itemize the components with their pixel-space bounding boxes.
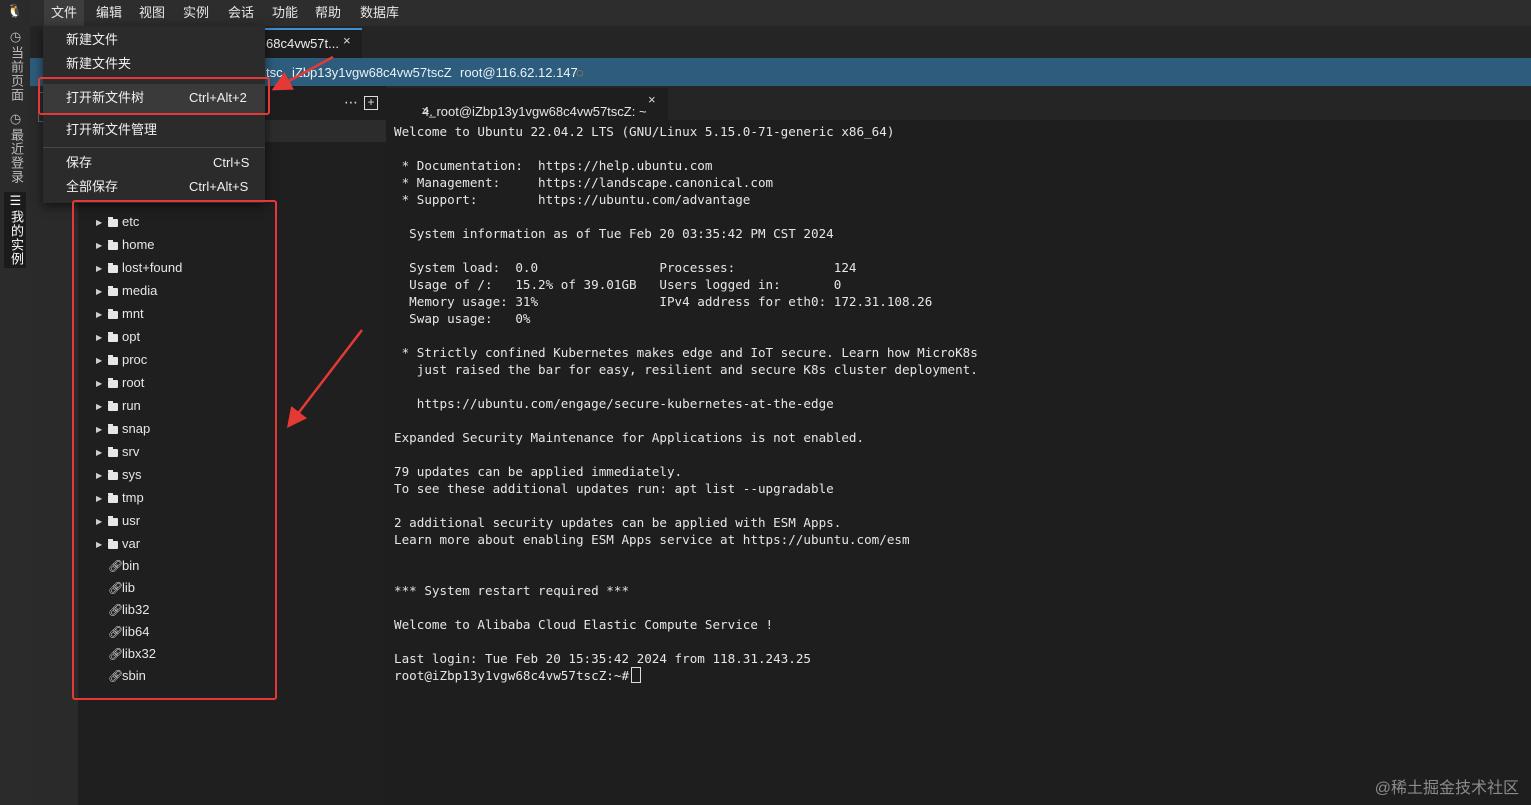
arrow-to-menu-item <box>271 55 334 91</box>
watermark: @稀土掘金技术社区 <box>1374 780 1519 797</box>
arrow-to-tree <box>286 329 363 428</box>
annotation-arrows <box>271 55 363 428</box>
